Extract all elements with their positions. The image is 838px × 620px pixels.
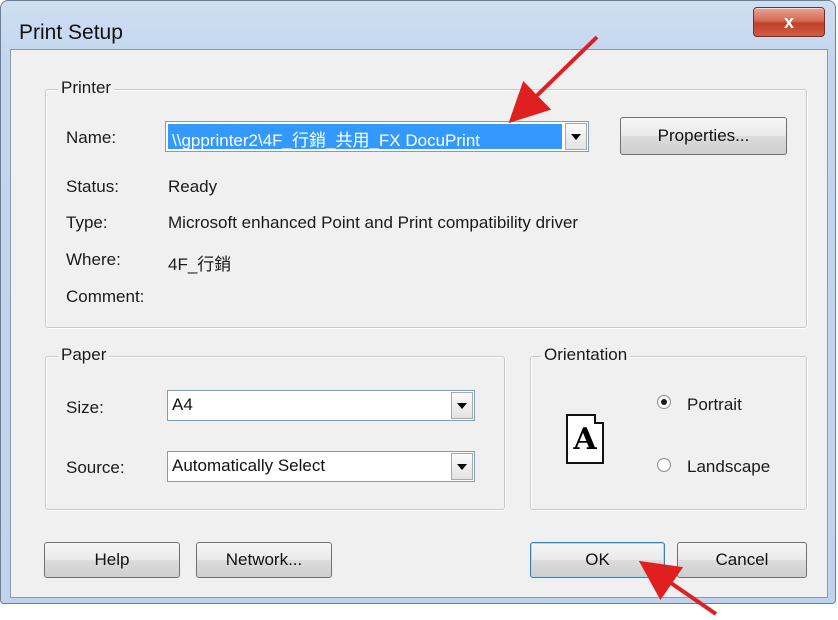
where-label: Where: bbox=[66, 250, 121, 269]
network-button[interactable]: Network... bbox=[196, 542, 332, 578]
size-label: Size: bbox=[66, 398, 104, 417]
close-icon: x bbox=[783, 11, 794, 32]
properties-button[interactable]: Properties... bbox=[620, 117, 787, 155]
paper-group-legend: Paper bbox=[58, 345, 110, 365]
source-label: Source: bbox=[66, 458, 125, 477]
portrait-radio[interactable] bbox=[657, 395, 671, 409]
orientation-group-legend: Orientation bbox=[541, 345, 631, 365]
chevron-down-icon[interactable] bbox=[565, 123, 587, 150]
status-value: Ready bbox=[168, 177, 218, 196]
printer-name-select[interactable]: \\gpprinter2\4F_行銷_共用_FX DocuPrint bbox=[165, 121, 589, 152]
type-label: Type: bbox=[66, 213, 108, 232]
paper-source-value: Automatically Select bbox=[172, 456, 326, 475]
paper-group bbox=[45, 356, 505, 510]
landscape-label[interactable]: Landscape bbox=[687, 457, 770, 477]
status-label: Status: bbox=[66, 177, 119, 196]
portrait-label[interactable]: Portrait bbox=[687, 395, 742, 415]
window-title: Print Setup bbox=[19, 21, 123, 44]
close-button[interactable]: x bbox=[753, 7, 825, 37]
paper-size-value: A4 bbox=[172, 395, 193, 414]
name-label: Name: bbox=[66, 128, 117, 147]
cancel-button[interactable]: Cancel bbox=[677, 542, 807, 578]
where-value: 4F_行銷 bbox=[168, 255, 232, 274]
comment-label: Comment: bbox=[66, 287, 145, 306]
help-button[interactable]: Help bbox=[44, 542, 180, 578]
portrait-page-icon: A bbox=[566, 414, 604, 464]
paper-size-select[interactable]: A4 bbox=[167, 390, 475, 421]
chevron-down-icon[interactable] bbox=[451, 392, 473, 419]
printer-group-legend: Printer bbox=[58, 78, 115, 98]
landscape-radio[interactable] bbox=[657, 458, 671, 472]
paper-source-select[interactable]: Automatically Select bbox=[167, 451, 475, 482]
ok-button[interactable]: OK bbox=[530, 542, 665, 578]
printer-name-value: \\gpprinter2\4F_行銷_共用_FX DocuPrint bbox=[168, 124, 562, 149]
chevron-down-icon[interactable] bbox=[451, 453, 473, 480]
type-value: Microsoft enhanced Point and Print compa… bbox=[168, 213, 579, 232]
